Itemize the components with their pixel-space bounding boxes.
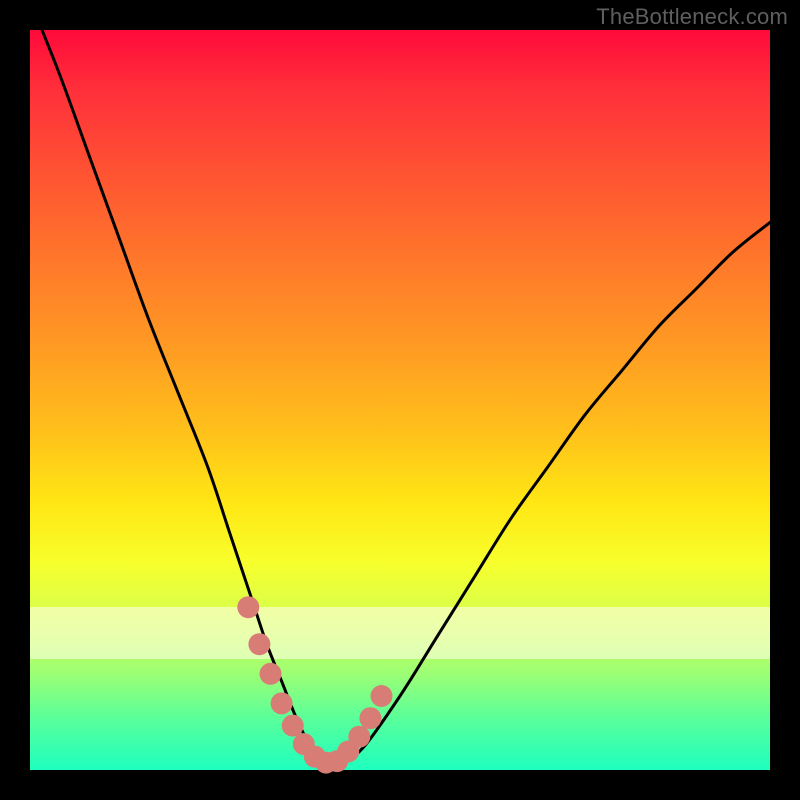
watermark-text: TheBottleneck.com [596,4,788,30]
highlight-marker [282,715,304,737]
highlight-marker [260,663,282,685]
bottleneck-curve [30,0,770,764]
chart-frame: TheBottleneck.com [0,0,800,800]
highlight-marker [348,726,370,748]
highlight-marker [371,685,393,707]
highlight-marker [271,692,293,714]
highlight-marker [237,596,259,618]
highlight-marker [359,707,381,729]
curve-layer [30,30,770,770]
highlight-marker [248,633,270,655]
